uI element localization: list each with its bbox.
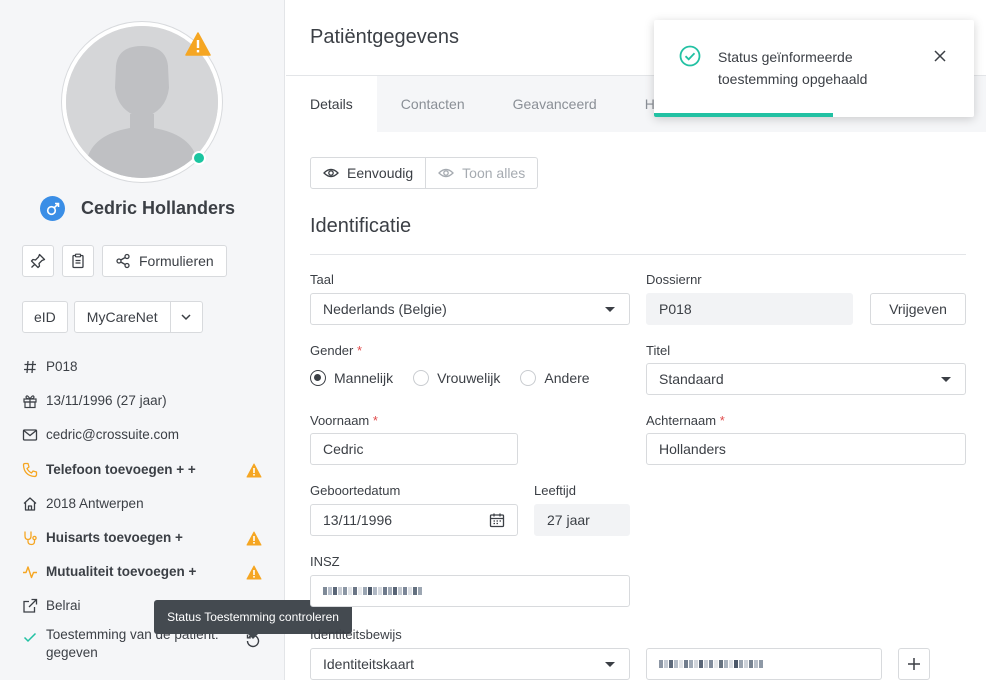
title-select[interactable]: Standaard (646, 363, 966, 395)
home-icon (23, 497, 37, 511)
info-email[interactable]: cedric@crossuite.com (22, 420, 270, 454)
activity-icon (23, 566, 37, 579)
info-address: 2018 Antwerpen (22, 489, 270, 523)
success-toast: Status geïnformeerde toestemming opgehaa… (654, 20, 974, 117)
eid-button[interactable]: eID (22, 301, 68, 333)
view-toggle: Eenvoudig Toon alles (310, 157, 539, 189)
lastname-input[interactable]: Hollanders (646, 433, 966, 465)
dossier-field: P018 (646, 293, 853, 325)
gender-radio-other[interactable]: Andere (520, 370, 590, 386)
language-label: Taal (310, 272, 334, 287)
clipboard-button[interactable] (62, 245, 94, 277)
info-phone[interactable]: Telefoon toevoegen + + (22, 455, 270, 489)
firstname-label: Voornaam * (310, 413, 378, 428)
chevron-down-icon (181, 314, 191, 321)
warning-icon (185, 32, 211, 56)
external-link-icon (23, 599, 38, 613)
tab-details[interactable]: Details (286, 76, 377, 132)
tab-contacts[interactable]: Contacten (376, 76, 489, 132)
mycarenet-button[interactable]: MyCareNet (73, 301, 171, 333)
toast-progress-bar (654, 113, 834, 117)
warning-icon (246, 565, 262, 580)
eye-icon (438, 168, 455, 178)
id-doc-number-input[interactable] (646, 648, 882, 680)
caret-down-icon (941, 377, 951, 382)
info-mutuality[interactable]: Mutualiteit toevoegen + (22, 557, 270, 591)
caret-down-icon (605, 307, 615, 312)
sidebar-integrations: eID MyCareNet (22, 301, 203, 333)
forms-button-label: Formulieren (139, 253, 214, 269)
mycarenet-dropdown-button[interactable] (170, 301, 203, 333)
insz-label: INSZ (310, 554, 340, 569)
info-gp[interactable]: Huisarts toevoegen + (22, 523, 270, 557)
stethoscope-icon (24, 531, 37, 546)
mail-icon (22, 429, 38, 442)
section-title: Identificatie (310, 215, 412, 237)
redacted-value (323, 587, 422, 595)
id-doc-select[interactable]: Identiteitskaart (310, 648, 630, 680)
release-button[interactable]: Vrijgeven (870, 293, 966, 325)
insz-input[interactable] (310, 575, 630, 607)
caret-down-icon (605, 662, 615, 667)
add-id-doc-button[interactable] (898, 648, 930, 680)
section-divider (310, 254, 966, 255)
show-all-button[interactable]: Toon alles (426, 157, 539, 189)
patient-name: Cedric Hollanders (81, 198, 236, 218)
mycarenet-group: MyCareNet (73, 301, 203, 333)
pin-icon (30, 253, 46, 269)
sidebar-actions: Formulieren (22, 245, 227, 277)
eye-icon (323, 168, 339, 178)
close-icon[interactable] (934, 50, 946, 62)
birthdate-input[interactable]: 13/11/1996 (310, 504, 518, 536)
gender-radio-female[interactable]: Vrouwelijk (413, 370, 500, 386)
share-icon (116, 253, 130, 269)
firstname-input[interactable]: Cedric (310, 433, 518, 465)
gender-radio-male[interactable]: Mannelijk (310, 370, 393, 386)
gender-radio-group: Mannelijk Vrouwelijk Andere (310, 370, 590, 386)
hash-icon (24, 360, 36, 374)
warning-icon (246, 463, 262, 478)
page-title: Patiëntgegevens (310, 26, 460, 48)
title-label: Titel (646, 343, 671, 358)
male-gender-icon (40, 196, 65, 221)
calendar-icon[interactable] (489, 512, 505, 528)
redacted-value (659, 660, 763, 668)
avatar-container (62, 22, 222, 182)
birthdate-label: Geboortedatum (310, 483, 401, 498)
patient-sidebar: Cedric Hollanders Formulieren eID MyCare… (0, 0, 352, 680)
lastname-label: Achternaam * (646, 413, 725, 428)
simple-view-button[interactable]: Eenvoudig (310, 157, 427, 189)
gift-icon (23, 395, 37, 409)
language-select[interactable]: Nederlands (Belgie) (310, 293, 630, 325)
check-circle-icon (679, 45, 701, 67)
id-doc-label: Identiteitsbewijs (310, 627, 402, 642)
phone-icon (22, 462, 38, 477)
patient-name-row: Cedric Hollanders (40, 196, 235, 221)
info-dossier: P018 (22, 352, 270, 386)
pin-button[interactable] (22, 245, 54, 277)
check-icon (23, 632, 37, 642)
gender-label: Gender * (310, 343, 363, 358)
plus-icon (908, 658, 920, 670)
info-birthdate: 13/11/1996 (27 jaar) (22, 386, 270, 420)
online-status-dot (192, 151, 206, 165)
tab-advanced[interactable]: Geavanceerd (488, 76, 621, 132)
warning-icon (246, 531, 262, 546)
age-field: 27 jaar (534, 504, 630, 536)
age-label: Leeftijd (534, 483, 576, 498)
clipboard-icon (72, 253, 84, 269)
dossier-label: Dossiernr (646, 272, 702, 287)
forms-button[interactable]: Formulieren (102, 245, 227, 277)
toast-message: Status geïnformeerde toestemming opgehaa… (718, 49, 868, 87)
